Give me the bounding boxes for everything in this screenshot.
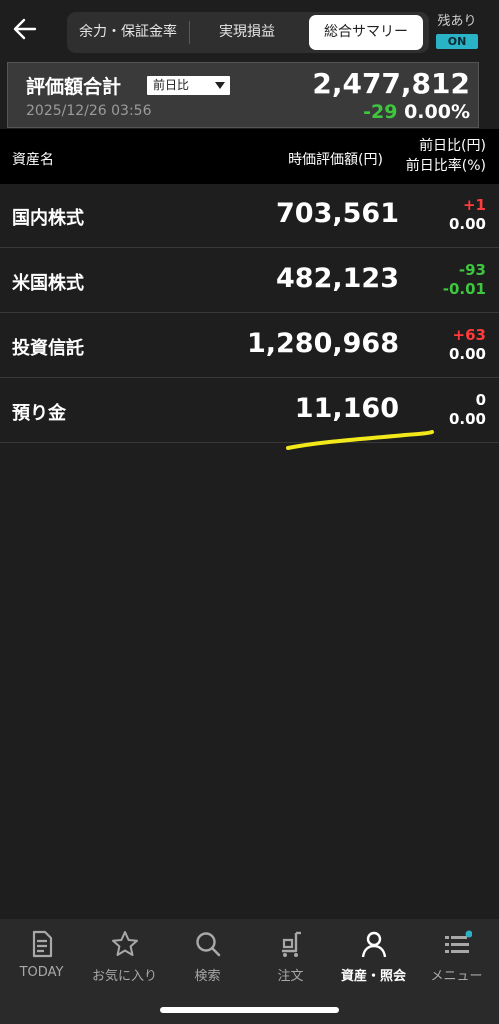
nav-label: メニュー (430, 969, 483, 984)
cart-icon (281, 931, 301, 957)
col-asset-name: 資産名 (12, 152, 54, 168)
summary-change-rate: 0.00% (404, 101, 470, 123)
col-diff-rate: 前日比率(%) (405, 158, 486, 174)
nav-assets[interactable]: 資産・照会 (332, 929, 415, 984)
home-indicator (160, 1007, 339, 1013)
menu-list-icon (444, 930, 472, 953)
asset-diff-amount: 0 (475, 391, 486, 409)
asset-value: 482,123 (276, 263, 399, 294)
summary-datetime: 2025/12/26 03:56 (26, 103, 152, 119)
summary-total: 2,477,812 (312, 67, 470, 100)
holdings-toggle-state: ON (436, 34, 478, 49)
asset-diff-rate: 0.00 (448, 410, 486, 428)
nav-search[interactable]: 検索 (166, 929, 249, 984)
summary-panel: 評価額合計 前日比 2025/12/26 03:56 2,477,812 -29… (7, 62, 479, 128)
asset-name: 投資信託 (12, 338, 84, 359)
summary-change: -29 (363, 101, 398, 123)
nav-label: 資産・照会 (340, 969, 406, 984)
asset-diff: -93 -0.01 (443, 261, 486, 299)
table-row[interactable]: 投資信託 1,280,968 +63 0.00 (0, 314, 499, 378)
asset-value: 11,160 (294, 393, 399, 424)
holdings-toggle[interactable]: 残あり ON (434, 14, 480, 49)
bottom-nav: TODAY お気に入り 検索 注文 資産・照会 メニュー (0, 919, 499, 1024)
summary-change-line: -29 0.00% (363, 101, 470, 123)
asset-diff-rate: 0.00 (448, 215, 486, 233)
nav-menu[interactable]: メニュー (415, 929, 498, 984)
col-market-value: 時価評価額(円) (288, 152, 383, 168)
asset-diff: +1 0.00 (449, 196, 486, 234)
asset-value: 1,280,968 (246, 328, 399, 359)
table-row[interactable]: 国内株式 703,561 +1 0.00 (0, 184, 499, 248)
asset-name: 米国株式 (12, 273, 84, 294)
search-icon (195, 932, 220, 957)
nav-label: 注文 (277, 969, 304, 984)
asset-diff-rate: -0.01 (442, 280, 486, 298)
asset-diff-amount: -93 (458, 261, 486, 279)
table-row[interactable]: 米国株式 482,123 -93 -0.01 (0, 249, 499, 313)
nav-order[interactable]: 注文 (249, 929, 332, 984)
asset-name: 国内株式 (12, 208, 84, 229)
back-arrow-icon[interactable] (10, 14, 40, 44)
dropdown-triangle-icon (215, 82, 225, 89)
nav-favorites[interactable]: お気に入り (83, 929, 166, 984)
summary-title: 評価額合計 (26, 76, 122, 98)
col-diff: 前日比(円) 前日比率(%) (406, 136, 486, 176)
compare-dropdown[interactable]: 前日比 (147, 76, 230, 95)
document-icon (32, 930, 52, 958)
holdings-toggle-label: 残あり (437, 14, 477, 29)
asset-diff: +63 0.00 (449, 326, 486, 364)
compare-dropdown-value: 前日比 (153, 78, 190, 92)
asset-diff-amount: +63 (452, 326, 486, 344)
tab-summary[interactable]: 総合サマリー (309, 15, 423, 50)
asset-name: 預り金 (12, 403, 66, 424)
segment-tabs: 余力・保証金率 実現損益 総合サマリー (67, 12, 429, 53)
asset-diff: 0 0.00 (449, 391, 486, 429)
asset-diff-rate: 0.00 (448, 345, 486, 363)
tab-margin[interactable]: 余力・保証金率 (67, 12, 189, 53)
nav-label: お気に入り (91, 969, 157, 984)
top-bar: 余力・保証金率 実現損益 総合サマリー 残あり ON (0, 0, 499, 62)
asset-value: 703,561 (276, 198, 399, 229)
person-icon (361, 931, 386, 958)
nav-label: TODAY (19, 965, 64, 980)
col-diff-amount: 前日比(円) (419, 138, 486, 154)
asset-diff-amount: +1 (462, 196, 486, 214)
nav-label: 検索 (194, 969, 221, 984)
tab-realized-pl[interactable]: 実現損益 (189, 12, 305, 53)
table-header: 資産名 時価評価額(円) 前日比(円) 前日比率(%) (0, 129, 499, 184)
highlight-underline-mark (286, 430, 434, 450)
star-icon (111, 931, 138, 956)
nav-today[interactable]: TODAY (0, 929, 83, 980)
